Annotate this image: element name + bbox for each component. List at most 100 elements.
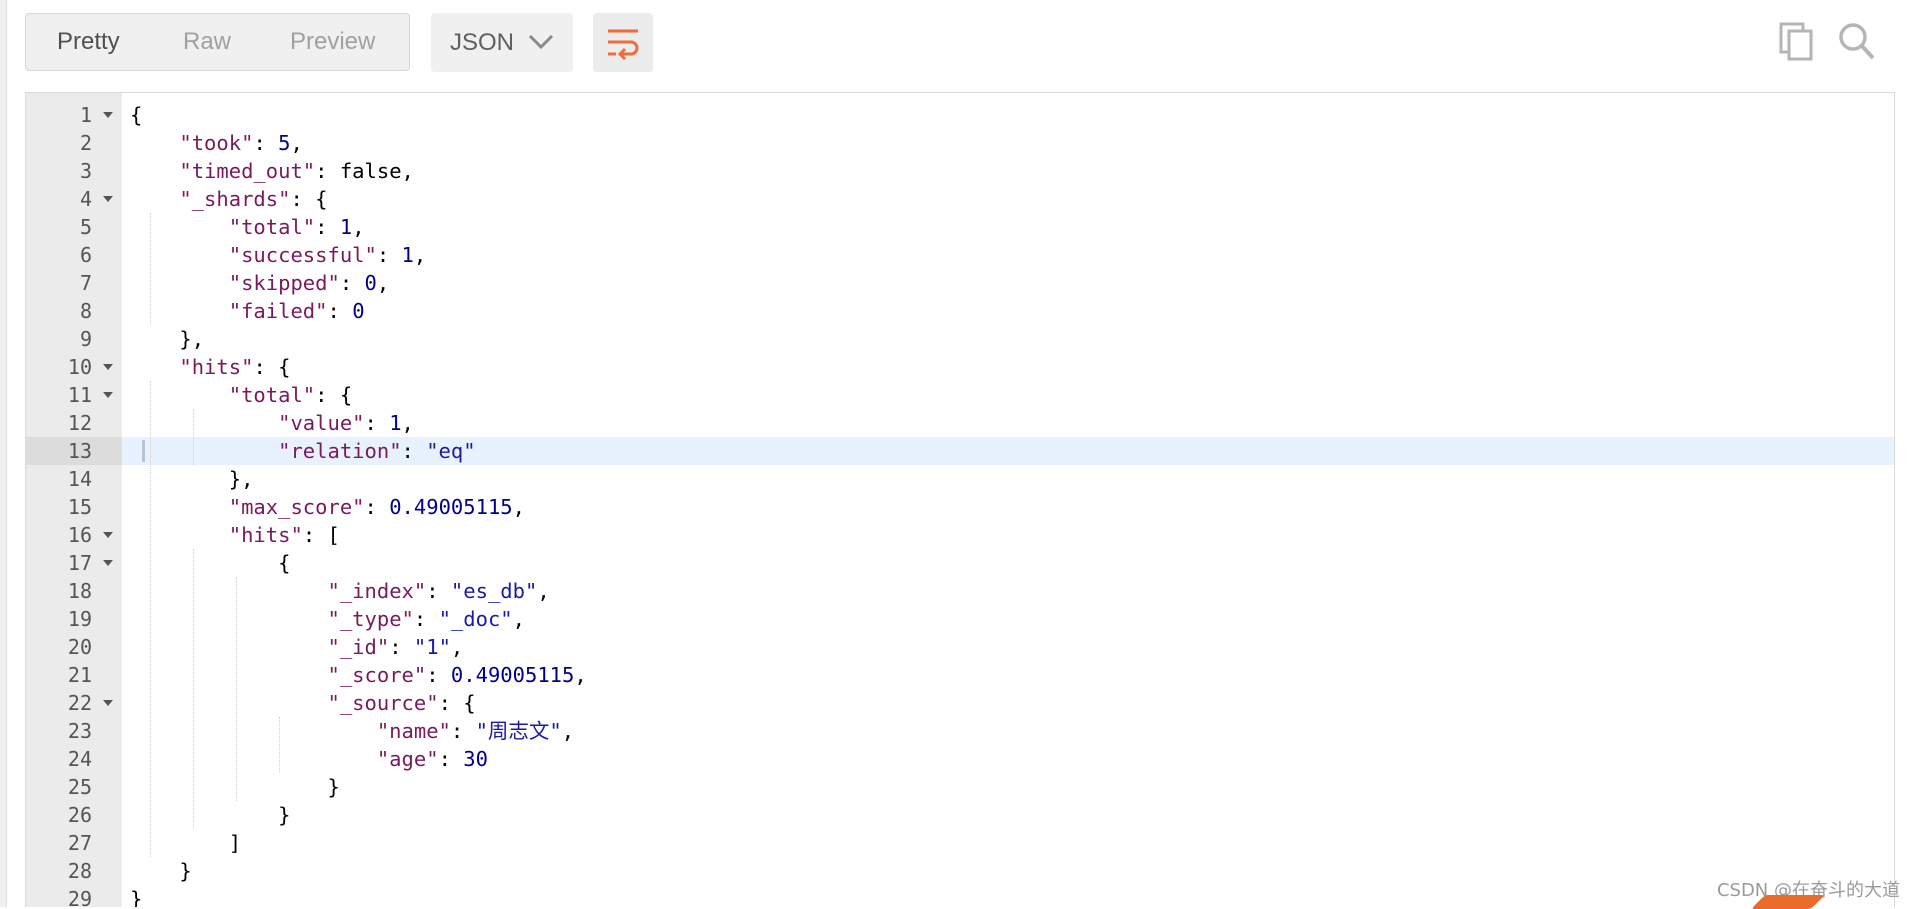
json-punctuation: }	[327, 775, 340, 799]
code-line[interactable]: 14 },	[26, 465, 1894, 493]
code-text: {	[130, 549, 290, 577]
code-line[interactable]: 1{	[26, 101, 1894, 129]
line-number: 7	[79, 271, 92, 295]
json-number: 1	[401, 243, 414, 267]
code-text: "max_score": 0.49005115,	[130, 493, 525, 521]
line-number: 15	[67, 495, 92, 519]
line-number: 6	[79, 243, 92, 267]
code-text: },	[130, 465, 254, 493]
tab-pretty[interactable]: Pretty	[57, 14, 120, 70]
json-punctuation: :	[450, 719, 476, 743]
search-icon[interactable]	[1837, 21, 1877, 63]
json-key: "total"	[228, 383, 316, 407]
code-line[interactable]: 19 "_type": "_doc",	[26, 605, 1894, 633]
json-key: "skipped"	[228, 271, 340, 295]
code-line[interactable]: 27 ]	[26, 829, 1894, 857]
code-text: }	[130, 801, 290, 829]
json-punctuation: :	[438, 747, 464, 771]
fold-toggle-icon[interactable]	[103, 392, 113, 398]
json-punctuation: : {	[290, 187, 328, 211]
fold-toggle-icon[interactable]	[103, 700, 113, 706]
chevron-down-icon	[528, 34, 554, 50]
code-line[interactable]: 17 {	[26, 549, 1894, 577]
json-punctuation: ,	[376, 271, 390, 295]
code-line[interactable]: 26 }	[26, 801, 1894, 829]
code-line[interactable]: 7 "skipped": 0,	[26, 269, 1894, 297]
code-line[interactable]: 6 "successful": 1,	[26, 241, 1894, 269]
code-text: "_score": 0.49005115,	[130, 661, 587, 689]
json-key: "failed"	[228, 299, 328, 323]
code-line[interactable]: 4 "_shards": {	[26, 185, 1894, 213]
line-number: 28	[67, 859, 92, 883]
code-line[interactable]: 24 "age": 30	[26, 745, 1894, 773]
json-key: "relation"	[278, 439, 402, 463]
json-punctuation: :	[253, 131, 279, 155]
fold-toggle-icon[interactable]	[103, 112, 113, 118]
code-line[interactable]: 15 "max_score": 0.49005115,	[26, 493, 1894, 521]
json-key: "_type"	[327, 607, 414, 631]
code-line[interactable]: 12 "value": 1,	[26, 409, 1894, 437]
json-punctuation: ,	[352, 215, 365, 239]
format-dropdown[interactable]: JSON	[431, 13, 573, 72]
line-number: 26	[67, 803, 92, 827]
code-line[interactable]: 25 }	[26, 773, 1894, 801]
code-line[interactable]: 3 "timed_out": false,	[26, 157, 1894, 185]
code-text: "_source": {	[130, 689, 475, 717]
code-line[interactable]: 23 "name": "周志文",	[26, 717, 1894, 745]
code-line[interactable]: 20 "_id": "1",	[26, 633, 1894, 661]
json-string: "_doc"	[438, 607, 513, 631]
json-punctuation: ,	[537, 579, 550, 603]
code-line[interactable]: 16 "hits": [	[26, 521, 1894, 549]
fold-toggle-icon[interactable]	[103, 560, 113, 566]
json-string: "周志文"	[475, 719, 562, 743]
code-text: },	[130, 325, 204, 353]
json-key: "successful"	[228, 243, 377, 267]
response-body-editor[interactable]: 1{2 "took": 5, 3 "timed_out": false, 4 "_s…	[25, 92, 1895, 907]
code-text: }	[130, 885, 142, 907]
wrap-lines-button[interactable]	[593, 13, 653, 72]
copy-icon[interactable]	[1779, 22, 1815, 62]
code-line[interactable]: 11 "total": {	[26, 381, 1894, 409]
code-line[interactable]: 10 "hits": {	[26, 353, 1894, 381]
fold-toggle-icon[interactable]	[103, 364, 113, 370]
code-line[interactable]: 21 "_score": 0.49005115,	[26, 661, 1894, 689]
code-line[interactable]: 5 "total": 1,	[26, 213, 1894, 241]
line-number: 24	[67, 747, 92, 771]
code-line[interactable]: 18 "_index": "es_db",	[26, 577, 1894, 605]
code-text: "_type": "_doc",	[130, 605, 525, 633]
code-text: ]	[130, 829, 241, 857]
json-punctuation: ]	[228, 831, 242, 855]
code-text: "name": "周志文",	[130, 717, 574, 745]
code-line[interactable]: 29}	[26, 885, 1894, 907]
code-line[interactable]: 13 "relation": "eq"	[26, 437, 1894, 465]
json-punctuation: : [	[302, 523, 340, 547]
code-line[interactable]: 2 "took": 5,	[26, 129, 1894, 157]
code-text: "relation": "eq"	[130, 437, 476, 465]
code-line[interactable]: 8 "failed": 0	[26, 297, 1894, 325]
json-number: 0.49005115	[389, 495, 513, 519]
json-punctuation: {	[278, 551, 291, 575]
code-line[interactable]: 22 "_source": {	[26, 689, 1894, 717]
tab-preview[interactable]: Preview	[290, 14, 375, 70]
json-punctuation: }	[130, 887, 143, 907]
json-string: "eq"	[426, 439, 476, 463]
format-dropdown-value: JSON	[450, 29, 515, 56]
code-line[interactable]: 9 },	[26, 325, 1894, 353]
fold-toggle-icon[interactable]	[103, 532, 113, 538]
tab-raw[interactable]: Raw	[183, 14, 231, 70]
code-text: "total": {	[130, 381, 352, 409]
json-punctuation: ,	[574, 663, 587, 687]
json-punctuation: },	[228, 467, 254, 491]
code-line[interactable]: 28 }	[26, 857, 1894, 885]
fold-toggle-icon[interactable]	[103, 196, 113, 202]
